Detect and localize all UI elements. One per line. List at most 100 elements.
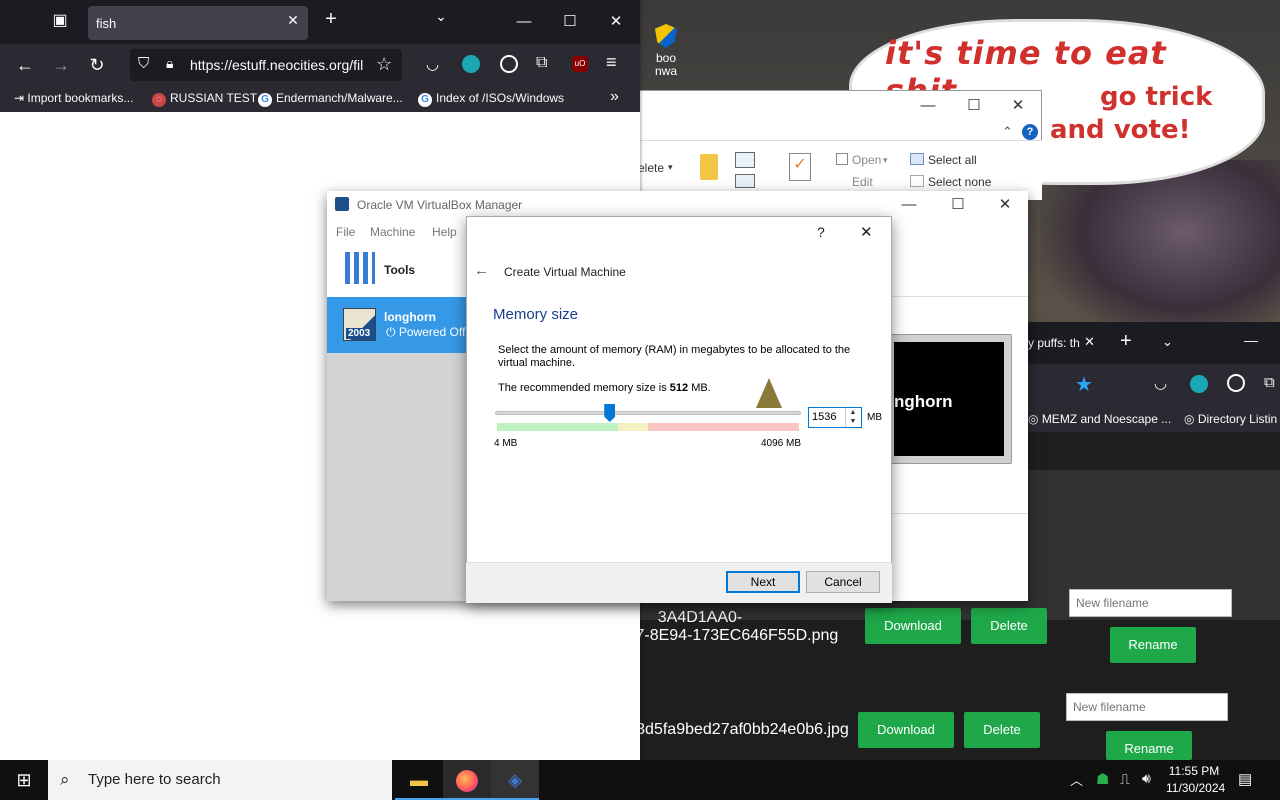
bookmark-endermanch[interactable]: G Endermanch/Malware... [258,91,403,107]
rename-input[interactable] [1066,693,1228,721]
volume-icon[interactable]: 🔊︎ [1142,770,1151,787]
notifications-icon[interactable]: ▤ [1238,770,1252,788]
clock-date: 11/30/2024 [1166,781,1226,795]
select-all-icon [910,153,924,165]
chevron-up-icon[interactable]: ︿ [1070,770,1083,789]
star-icon[interactable]: ☆ [376,54,392,75]
ribbon-select-none[interactable]: Select none [928,175,991,189]
account-icon[interactable] [500,55,518,73]
shield-icon[interactable]: ⛉ [138,55,149,72]
next-button[interactable]: Next [726,571,800,593]
lock-icon[interactable]: 🔒︎ [166,55,173,72]
new-tab-icon[interactable]: + [318,8,344,34]
wallpaper-tree [1040,160,1280,340]
new-tab-icon[interactable]: + [1120,330,1132,353]
memory-slider-track[interactable] [495,411,801,415]
rename-input[interactable] [1069,589,1232,617]
star-icon[interactable]: ★ [1075,372,1093,397]
maximize-button[interactable]: ☐ [938,190,978,220]
windows-start-icon[interactable]: ⊞ [0,760,48,800]
copy-to-icon[interactable] [735,152,755,168]
move-to-icon[interactable] [735,174,755,188]
folder-icon[interactable] [700,154,718,180]
help-icon[interactable]: ? [1022,124,1038,140]
network-icon[interactable]: ⎍ [1120,771,1130,788]
unit-label: MB [867,412,882,423]
properties-icon[interactable]: ✓ [789,153,811,181]
people-icon[interactable]: ☗ [1096,770,1109,788]
rename-button[interactable]: Rename [1106,731,1192,760]
select-none-icon [910,175,924,187]
chevron-down-icon[interactable]: ⌄ [428,8,454,34]
rename-button[interactable]: Rename [1110,627,1196,663]
more-bookmarks-icon[interactable]: » [610,88,619,106]
minimize-button[interactable]: — [504,7,544,37]
account-icon[interactable] [1227,374,1245,392]
delete-button[interactable]: Delete [971,608,1047,644]
firefox-view-icon[interactable]: ▣ [40,10,80,34]
vm-preview: nghorn [894,342,1004,456]
vpn-icon[interactable] [462,55,480,73]
ribbon-delete[interactable]: elete [638,161,664,175]
menu-help[interactable]: Help [432,225,457,239]
speech-text-3: and vote! [1050,115,1191,145]
pocket-icon[interactable]: ◡ [426,55,439,73]
menu-icon[interactable]: ≡ [606,52,617,73]
close-button[interactable]: ✕ [860,223,873,241]
back-arrow-icon[interactable]: ← [474,262,489,279]
close-button[interactable]: ✕ [998,91,1038,121]
bookmark-russian-test[interactable]: ◌ RUSSIAN TEST [152,91,257,107]
ublock-icon[interactable]: uO [572,56,588,72]
reload-icon[interactable]: ↻ [82,50,112,80]
browser2-tab-title[interactable]: y puffs: th [1028,336,1080,350]
download-button[interactable]: Download [865,608,961,644]
open-icon [836,153,848,165]
maximize-button[interactable]: ☐ [550,7,590,37]
extensions-icon[interactable]: ⧉ [1264,374,1275,391]
speech-text-2: go trick [1100,82,1213,112]
minimize-button[interactable]: — [1244,332,1258,348]
minimize-button[interactable]: — [889,190,929,220]
menu-machine[interactable]: Machine [370,225,415,239]
close-tab-icon[interactable]: ✕ [283,12,303,32]
virtualbox-icon [335,197,349,211]
menu-file[interactable]: File [336,225,355,239]
desktop-shortcut[interactable]: boo nwa [636,24,696,90]
vpn-icon[interactable] [1190,375,1208,393]
browser-tab[interactable]: fish [88,6,308,40]
firefox-icon[interactable] [443,760,491,800]
extensions-icon[interactable]: ⧉ [536,54,547,72]
close-button[interactable]: ✕ [596,7,636,37]
back-arrow-icon[interactable]: ← [10,50,40,80]
file-explorer-icon[interactable]: ▬ [395,760,443,800]
bookmark-isos[interactable]: G Index of /ISOs/Windows [418,91,564,107]
collapse-ribbon-icon[interactable]: ⌃ [1002,124,1013,140]
maximize-button[interactable]: ☐ [954,91,994,121]
delete-button[interactable]: Delete [964,712,1040,748]
minimize-button[interactable]: — [908,91,948,121]
chevron-down-icon[interactable]: ⌄ [1162,334,1173,350]
taskbar-clock[interactable]: 11:55 PM 11/30/2024 [1166,763,1226,797]
bookmark-directory[interactable]: ◎ Directory Listin [1184,412,1277,426]
close-tab-icon[interactable]: ✕ [1084,334,1095,350]
ribbon-open[interactable]: Open [852,153,881,167]
pocket-icon[interactable]: ◡ [1154,374,1167,392]
chevron-down-icon: ▾ [883,155,888,165]
bookmark-memz[interactable]: ◎ MEMZ and Noescape ... [1028,412,1171,426]
ribbon-edit[interactable]: Edit [852,175,873,189]
forward-arrow-icon[interactable]: → [46,50,76,80]
description-text: Select the amount of memory (RAM) in meg… [498,344,851,369]
help-button[interactable]: ? [817,224,825,240]
slider-max-label: 4096 MB [761,438,802,449]
power-icon: ⏻ [386,325,396,339]
clock-time: 11:55 PM [1168,764,1220,778]
close-button[interactable]: ✕ [985,190,1025,220]
virtualbox-icon[interactable]: ◈ [491,760,539,800]
ribbon-select-all[interactable]: Select all [928,153,977,167]
cancel-button[interactable]: Cancel [806,571,880,593]
taskbar-search[interactable]: Type here to search [48,760,392,800]
spinbox-arrows[interactable]: ▲ ▼ [845,408,860,427]
bookmark-import[interactable]: ⇥ Import bookmarks... [14,91,133,105]
shield-icon [655,24,677,48]
download-button[interactable]: Download [858,712,954,748]
